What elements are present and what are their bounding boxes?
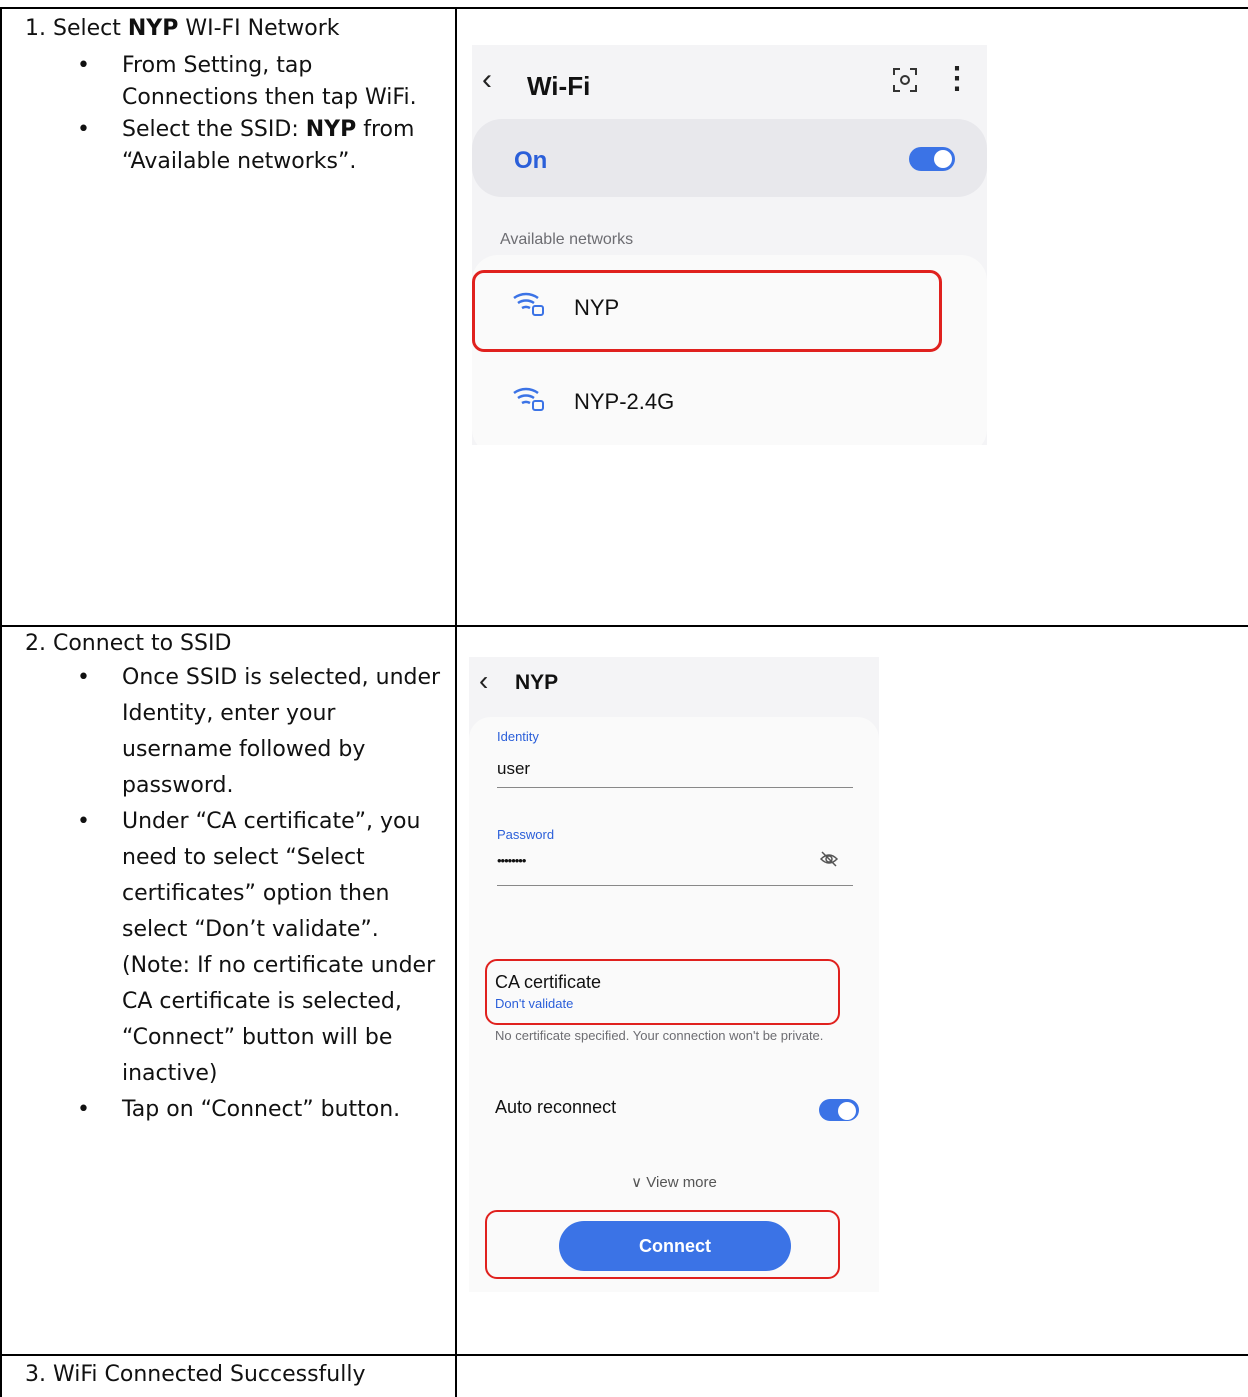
highlight-box-connect [485, 1210, 840, 1279]
auto-reconnect-toggle[interactable] [819, 1099, 859, 1121]
table-border-top [0, 7, 1248, 9]
connect-screenshot: ‹ NYP Identity user Password •••••••• CA… [469, 657, 879, 1292]
highlight-box-ca-certificate [485, 959, 840, 1025]
highlight-box-nyp [472, 270, 942, 352]
step-1-bullets: From Setting, tap Connections then tap W… [77, 50, 437, 178]
step-2-bullet-1: Once SSID is selected, under Identity, e… [77, 660, 442, 804]
wifi-toggle[interactable] [909, 147, 955, 171]
wifi-screen-title: Wi-Fi [527, 71, 591, 101]
wifi-settings-screenshot: ‹ Wi-Fi ⋮ On Available networks NYP NYP-… [472, 45, 987, 445]
step-1-title: 1. Select NYP WI-FI Network [25, 16, 340, 41]
chevron-down-icon: ∨ [631, 1174, 647, 1191]
identity-underline [497, 787, 853, 788]
table-row-divider-2 [0, 1354, 1248, 1356]
auto-reconnect-label: Auto reconnect [495, 1097, 617, 1117]
chevron-left-icon[interactable]: ‹ [482, 63, 492, 97]
step-2-bullets: Once SSID is selected, under Identity, e… [77, 660, 442, 1128]
available-networks-label: Available networks [500, 231, 634, 248]
step-1-bullet-2: Select the SSID: NYP from “Available net… [77, 114, 437, 178]
hide-password-icon[interactable] [819, 849, 839, 869]
ca-certificate-note: No certificate specified. Your connectio… [495, 1028, 824, 1043]
network-item-nyp-2-4g[interactable]: NYP-2.4G [574, 389, 674, 415]
qr-scan-icon[interactable] [892, 67, 918, 93]
step-1-bullet-1: From Setting, tap Connections then tap W… [77, 50, 437, 114]
identity-field[interactable]: user [497, 759, 530, 779]
table-row-divider-1 [0, 625, 1248, 627]
step-2-bullet-3: Tap on “Connect” button. [77, 1092, 442, 1128]
table-border-left [0, 7, 2, 1397]
more-options-icon[interactable]: ⋮ [942, 61, 972, 96]
step-2-bullet-2: Under “CA certificate”, you need to sele… [77, 804, 442, 1092]
step-2-title: 2. Connect to SSID [25, 631, 232, 656]
wifi-secured-icon [513, 387, 544, 411]
password-label: Password [497, 827, 555, 842]
view-more-link[interactable]: ∨ View more [469, 1173, 879, 1191]
password-underline [497, 885, 853, 886]
table-column-divider [455, 7, 457, 1397]
identity-label: Identity [497, 729, 539, 744]
chevron-left-icon[interactable]: ‹ [479, 665, 488, 697]
password-field[interactable]: •••••••• [497, 853, 526, 868]
connect-screen-title: NYP [515, 671, 559, 694]
wifi-on-label: On [514, 147, 548, 174]
step-3-title: 3. WiFi Connected Successfully [25, 1362, 366, 1387]
